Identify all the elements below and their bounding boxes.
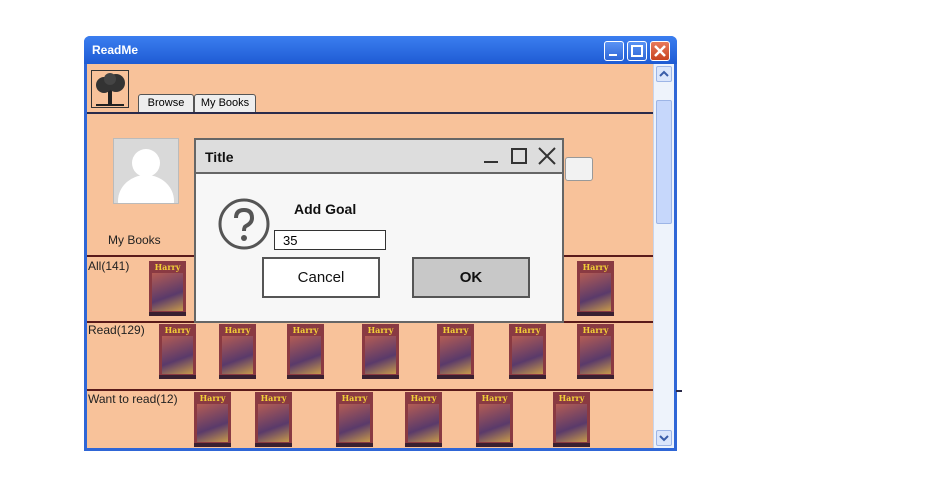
book-cover[interactable]: Harry Potter	[149, 261, 186, 316]
dialog-maximize-icon[interactable]	[509, 146, 529, 166]
cancel-button[interactable]: Cancel	[262, 257, 380, 298]
book-cover[interactable]: Harry Potter	[194, 392, 231, 447]
tab-browse[interactable]: Browse	[138, 94, 194, 113]
book-cover[interactable]: Harry Potter	[437, 324, 474, 379]
ok-button[interactable]: OK	[412, 257, 530, 298]
book-cover[interactable]: Harry Potter	[577, 261, 614, 316]
divider-overflow	[676, 390, 682, 392]
header-divider	[87, 112, 653, 114]
dialog-heading: Add Goal	[294, 201, 357, 217]
book-cover[interactable]: Harry Potter	[362, 324, 399, 379]
book-cover[interactable]: Harry Potter	[255, 392, 292, 447]
dialog-minimize-icon[interactable]	[481, 146, 501, 166]
scroll-thumb[interactable]	[656, 100, 672, 224]
tab-my-books[interactable]: My Books	[194, 94, 256, 113]
vertical-scrollbar[interactable]	[653, 64, 674, 448]
question-icon	[218, 198, 270, 250]
dialog-close-icon[interactable]	[537, 146, 557, 166]
dialog-titlebar[interactable]: Title	[196, 140, 562, 174]
profile-label: My Books	[108, 233, 161, 247]
row-label-all: All(141)	[88, 259, 130, 273]
book-cover[interactable]: Harry Potter	[509, 324, 546, 379]
scroll-down-arrow-icon[interactable]	[656, 430, 672, 446]
maximize-button[interactable]	[627, 41, 647, 61]
window-title: ReadMe	[92, 43, 139, 57]
scroll-up-arrow-icon[interactable]	[656, 66, 672, 82]
dialog-title: Title	[205, 149, 234, 165]
book-cover[interactable]: Harry Potter	[553, 392, 590, 447]
row-label-want-to-read: Want to read(12)	[88, 392, 178, 406]
minimize-icon	[609, 54, 617, 56]
book-cover[interactable]: Harry Potter	[577, 324, 614, 379]
book-cover[interactable]: Harry Potter	[336, 392, 373, 447]
row-label-read: Read(129)	[88, 323, 145, 337]
book-cover[interactable]: Harry Potter	[405, 392, 442, 447]
add-goal-dialog: Title Add Goal 35 Cancel OK	[194, 138, 564, 323]
goal-input[interactable]: 35	[274, 230, 386, 250]
close-icon	[654, 45, 666, 57]
window-titlebar[interactable]: ReadMe	[84, 36, 677, 64]
close-button[interactable]	[650, 41, 670, 61]
book-cover[interactable]: Harry Potter	[476, 392, 513, 447]
row-divider	[87, 389, 653, 391]
book-cover[interactable]: Harry Potter	[219, 324, 256, 379]
avatar	[113, 138, 179, 204]
tree-logo-icon	[91, 70, 129, 108]
maximize-icon	[631, 45, 643, 57]
book-cover[interactable]: Harry Potter	[159, 324, 196, 379]
minimize-button[interactable]	[604, 41, 624, 61]
background-button[interactable]	[565, 157, 593, 181]
book-cover[interactable]: Harry Potter	[287, 324, 324, 379]
